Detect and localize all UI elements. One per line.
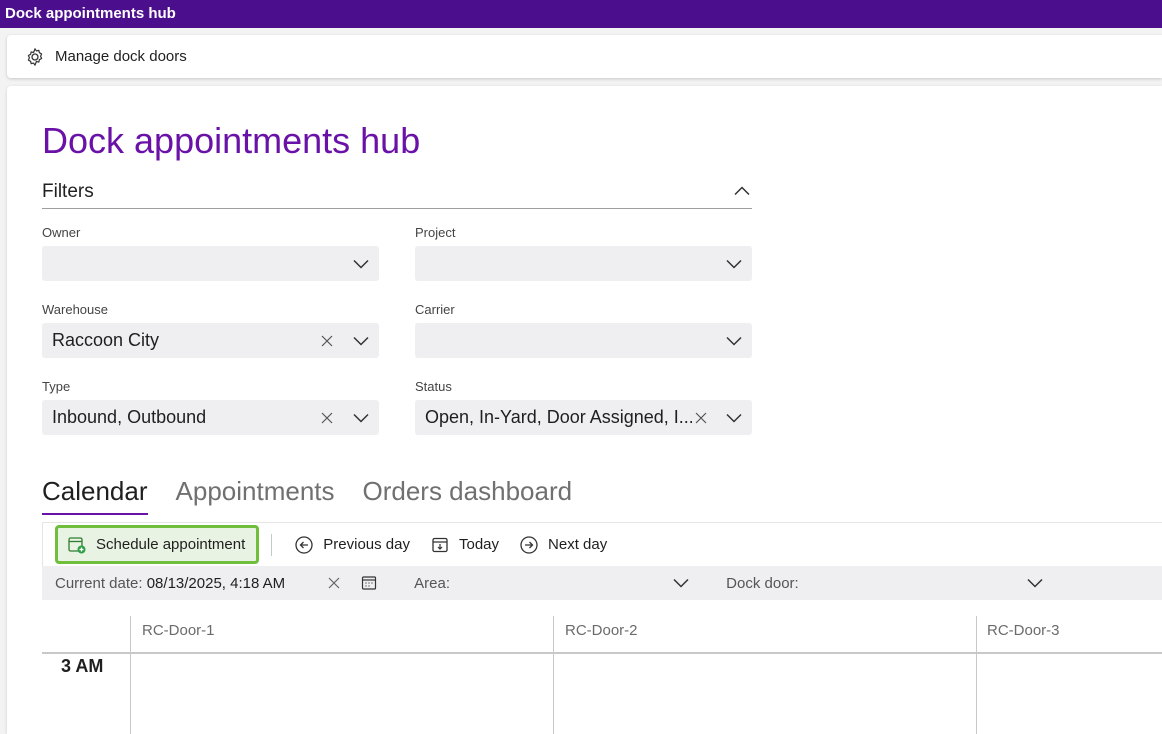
calendar-grid: RC-Door-1 RC-Door-2 RC-Door-3 3 AM — [42, 616, 1162, 734]
calendar-today-icon — [430, 535, 450, 555]
warehouse-select[interactable]: Raccoon City — [42, 323, 379, 358]
door-column-header: RC-Door-3 — [987, 622, 1060, 639]
project-label: Project — [415, 225, 456, 240]
hour-label: 3 AM — [61, 656, 104, 676]
arrow-right-circle-icon — [519, 535, 539, 555]
area-select[interactable]: Area: — [414, 574, 690, 592]
chevron-down-icon[interactable] — [352, 332, 370, 350]
clear-icon[interactable] — [325, 574, 343, 592]
next-day-button[interactable]: Next day — [509, 528, 617, 562]
current-date-value: 08/13/2025, 4:18 AM — [146, 574, 286, 592]
owner-label: Owner — [42, 225, 81, 240]
previous-day-button[interactable]: Previous day — [284, 528, 420, 562]
door-column-header: RC-Door-2 — [565, 622, 638, 639]
date-filter-bar: Current date: 08/13/2025, 4:18 AM Area: … — [42, 566, 1162, 600]
grid-header-divider — [42, 652, 1162, 654]
schedule-appointment-label: Schedule appointment — [96, 536, 246, 553]
chevron-down-icon[interactable] — [725, 255, 743, 273]
chevron-down-icon[interactable] — [725, 409, 743, 427]
area-label: Area: — [414, 574, 451, 592]
carrier-label: Carrier — [415, 302, 455, 317]
calendar-add-icon — [67, 535, 87, 555]
owner-select[interactable] — [42, 246, 379, 281]
door-column-header: RC-Door-1 — [142, 622, 215, 639]
previous-day-label: Previous day — [323, 536, 410, 553]
chevron-down-icon[interactable] — [1026, 574, 1044, 592]
grid-column-divider — [553, 616, 554, 734]
arrow-left-circle-icon — [294, 535, 314, 555]
next-day-label: Next day — [548, 536, 608, 553]
calendar-icon[interactable] — [360, 574, 378, 592]
page-title: Dock appointments hub — [42, 120, 421, 161]
clear-icon[interactable] — [692, 409, 710, 427]
grid-column-divider — [130, 616, 131, 734]
status-label: Status — [415, 379, 452, 394]
gear-icon — [25, 47, 45, 67]
chevron-down-icon[interactable] — [352, 409, 370, 427]
current-date-field[interactable]: Current date: 08/13/2025, 4:18 AM — [55, 575, 285, 592]
manage-dock-doors-button[interactable]: Manage dock doors — [25, 47, 187, 67]
chevron-up-icon[interactable] — [732, 181, 752, 201]
clear-icon[interactable] — [318, 332, 336, 350]
warehouse-label: Warehouse — [42, 302, 108, 317]
tab-calendar[interactable]: Calendar — [42, 476, 148, 515]
view-tabs: Calendar Appointments Orders dashboard — [42, 476, 572, 515]
dock-door-select[interactable]: Dock door: — [726, 574, 1044, 592]
carrier-select[interactable] — [415, 323, 752, 358]
tab-orders-dashboard[interactable]: Orders dashboard — [363, 476, 573, 515]
calendar-toolbar: Schedule appointment Previous day Today … — [42, 522, 1162, 566]
chevron-down-icon[interactable] — [725, 332, 743, 350]
toolbar-separator — [271, 533, 273, 556]
today-button[interactable]: Today — [420, 528, 509, 562]
dock-door-label: Dock door: — [726, 574, 799, 592]
status-value: Open, In-Yard, Door Assigned, I... — [425, 407, 692, 427]
type-label: Type — [42, 379, 71, 394]
project-select[interactable] — [415, 246, 752, 281]
manage-dock-doors-label: Manage dock doors — [55, 48, 187, 65]
chevron-down-icon[interactable] — [672, 574, 690, 592]
today-label: Today — [459, 536, 500, 553]
window-titlebar: Dock appointments hub — [0, 0, 1162, 28]
chevron-down-icon[interactable] — [352, 255, 370, 273]
main-content: Dock appointments hub Filters Owner Proj… — [7, 86, 1162, 734]
schedule-appointment-button[interactable]: Schedule appointment — [55, 525, 260, 564]
clear-icon[interactable] — [318, 409, 336, 427]
type-value: Inbound, Outbound — [52, 407, 207, 427]
warehouse-value: Raccoon City — [52, 330, 160, 350]
grid-column-divider — [976, 616, 977, 734]
status-select[interactable]: Open, In-Yard, Door Assigned, I... — [415, 400, 752, 435]
type-select[interactable]: Inbound, Outbound — [42, 400, 379, 435]
tab-appointments[interactable]: Appointments — [176, 476, 335, 515]
window-title: Dock appointments hub — [5, 5, 176, 22]
filters-header[interactable]: Filters — [42, 181, 752, 209]
filters-title: Filters — [42, 181, 94, 202]
current-date-label: Current date: — [55, 574, 143, 592]
action-pane: Manage dock doors — [7, 35, 1162, 78]
